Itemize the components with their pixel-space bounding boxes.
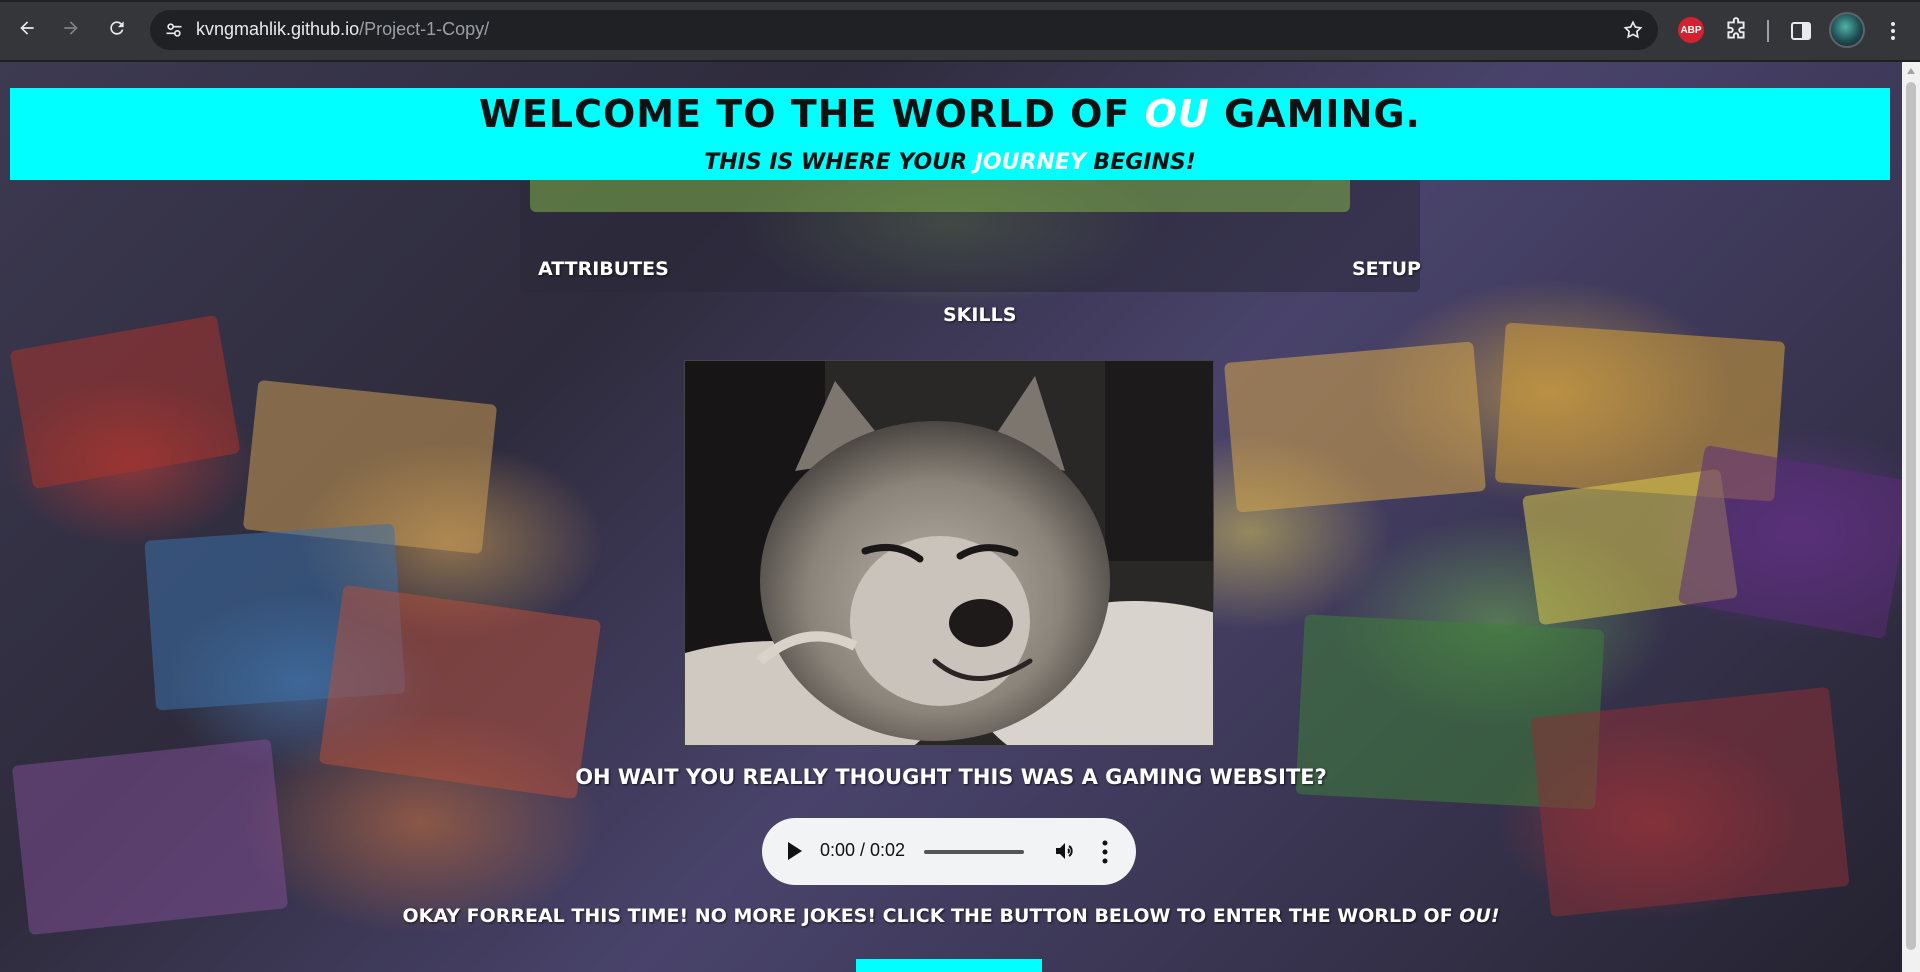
audio-time: 0:00 / 0:02 (820, 840, 906, 860)
browser-toolbar: kvngmahlik.github.io/Project-1-Copy/ ABP (0, 0, 1920, 61)
page-scrollbar[interactable] (1902, 62, 1920, 972)
subtitle-suffix: begins! (1085, 150, 1196, 175)
extensions-puzzle-icon[interactable] (1723, 17, 1749, 43)
play-icon[interactable] (788, 842, 802, 860)
arrow-left-icon (20, 21, 34, 35)
tab-strip (0, 0, 1920, 2)
prank-text: Oh wait you really thought this was a ga… (575, 765, 1327, 789)
wolf-image (684, 360, 1214, 746)
page-title: Welcome to the world of OU gaming. (10, 92, 1890, 136)
enter-instructions-prefix: Okay forreal this time! No more jokes! C… (402, 905, 1460, 927)
audio-progress-slider[interactable] (924, 850, 1024, 854)
address-bar[interactable]: kvngmahlik.github.io/Project-1-Copy/ (150, 10, 1658, 50)
more-options-icon[interactable] (1100, 839, 1110, 865)
scrollbar-thumb[interactable] (1906, 82, 1916, 950)
site-info-icon[interactable] (164, 20, 184, 40)
bg-cartridge (1677, 444, 1902, 640)
audio-player: 0:00 / 0:02 (762, 818, 1136, 885)
adblock-label: ABP (1680, 24, 1702, 36)
subtitle-prefix: This is where your (704, 150, 975, 175)
arrow-right-icon (64, 21, 78, 35)
volume-icon[interactable] (1053, 839, 1077, 863)
url-domain: kvngmahlik.github.io (196, 19, 360, 39)
nav-link-attributes[interactable]: Attributes (538, 258, 669, 280)
page-viewport: Welcome to the world of OU gaming. This … (0, 62, 1902, 972)
subtitle-highlight: journey (974, 150, 1086, 175)
side-panel-icon[interactable] (1789, 19, 1813, 43)
forward-button[interactable] (56, 13, 86, 43)
menu-kebab-icon[interactable] (1881, 19, 1905, 43)
profile-avatar[interactable] (1829, 12, 1865, 48)
title-prefix: Welcome to the world of (479, 92, 1145, 136)
bg-cartridge (1530, 686, 1850, 918)
nav-link-skills[interactable]: Skills (943, 304, 1016, 326)
title-highlight: OU (1144, 92, 1210, 136)
url-text: kvngmahlik.github.io/Project-1-Copy/ (196, 19, 489, 40)
enter-instructions: Okay forreal this time! No more jokes! C… (0, 905, 1902, 927)
back-button[interactable] (12, 13, 42, 43)
toolbar-divider (1767, 20, 1769, 42)
adblock-extension-icon[interactable]: ABP (1678, 17, 1704, 43)
reload-button[interactable] (102, 13, 132, 43)
bookmark-star-icon[interactable] (1622, 19, 1644, 41)
url-path: /Project-1-Copy/ (359, 19, 490, 39)
title-suffix: gaming. (1209, 92, 1421, 136)
reload-icon (110, 21, 124, 35)
enter-world-button[interactable] (856, 959, 1042, 972)
page-subtitle: This is where your journey begins! (10, 150, 1890, 175)
wolf-illustration (685, 361, 1213, 745)
enter-instructions-highlight: OU! (1459, 905, 1500, 927)
bg-cartridge (9, 314, 241, 490)
bg-cartridge (1223, 341, 1487, 513)
scroll-up-arrow-icon[interactable] (1907, 68, 1915, 74)
nav-link-setup[interactable]: Setup (1352, 258, 1421, 280)
header-banner: Welcome to the world of OU gaming. This … (10, 88, 1890, 180)
